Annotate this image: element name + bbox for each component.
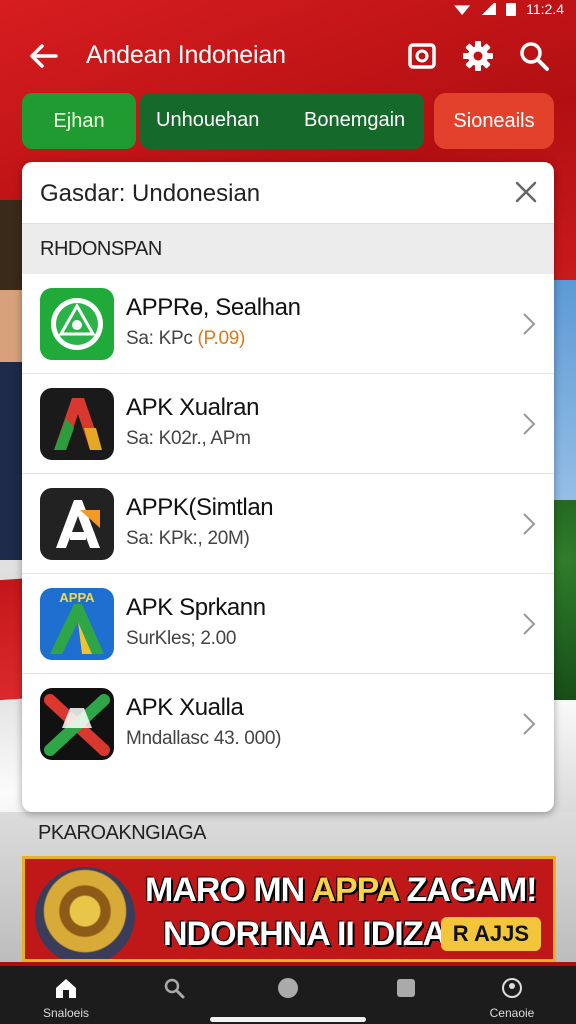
banner-headline-b: ZAGAM!	[398, 871, 538, 909]
chip-sioneails[interactable]: Sioneails	[434, 93, 554, 149]
home-indicator	[210, 1017, 366, 1022]
chevron-right-icon	[523, 313, 536, 335]
promo-banner[interactable]: MARO MN APPA ZAGAM! NDORHNA II IDIZAN R …	[22, 856, 556, 962]
clear-search-button[interactable]	[512, 178, 540, 206]
app-icon	[40, 288, 114, 360]
app-icon: APPA	[40, 588, 114, 660]
battery-icon	[506, 2, 517, 16]
list-item[interactable]: APPA APK Sprkann SurKles; 2.00	[22, 574, 554, 674]
chevron-right-icon	[523, 713, 536, 735]
gear-icon	[463, 41, 493, 71]
app-name: APK Sprkann	[126, 594, 266, 621]
circle-icon	[278, 978, 298, 998]
list-item[interactable]: APK Xualran Sa: K02r., APm	[22, 374, 554, 474]
app-details: Sa: KPc (P.09)	[126, 328, 245, 350]
arrow-left-icon	[30, 44, 58, 68]
app-details: Sa: KPk:, 20M)	[126, 528, 250, 549]
banner-badge[interactable]: R AJJS	[440, 917, 541, 951]
lower-section-title: PKAROAKNGIAGA	[38, 822, 207, 844]
nav-home[interactable]: Snaloeis	[26, 966, 106, 1024]
tree-strip	[552, 500, 576, 700]
green-triangle-logo-icon	[40, 288, 114, 360]
letter-a-logo-icon	[40, 388, 114, 460]
search-bar	[22, 162, 554, 224]
search-icon	[164, 978, 185, 999]
page-title: Andean Indoneian	[86, 41, 286, 69]
crossed-x-logo-icon	[40, 688, 114, 760]
banner-subheadline: NDORHNA II IDIZAN	[163, 915, 471, 953]
app-name: APPK(Simtlan	[126, 494, 274, 521]
search-input[interactable]	[40, 179, 480, 209]
chip-ejhan[interactable]: Ejhan	[22, 93, 136, 149]
shield-hero-icon	[35, 867, 135, 959]
chevron-right-icon	[523, 513, 536, 535]
back-button[interactable]	[26, 40, 62, 72]
status-bar: 11:2.4	[0, 0, 576, 18]
nav-square[interactable]	[366, 966, 446, 1024]
list-item[interactable]: APPRɵ, Sealhan Sa: KPc (P.09)	[22, 274, 554, 374]
chevron-right-icon	[523, 613, 536, 635]
search-results-card: RHDONSPAN APPRɵ, Sealhan Sa: KPc (P.09)	[22, 162, 554, 812]
banner-headline: MARO MN APPA ZAGAM!	[145, 871, 538, 910]
nav-profile-label: Cenaoie	[489, 1006, 535, 1020]
list-item[interactable]: APPK(Simtlan Sa: KPk:, 20M)	[22, 474, 554, 574]
app-name: APK Xualran	[126, 394, 260, 421]
banner-headline-highlight: APPA	[311, 871, 399, 909]
app-name: APK Xualla	[126, 694, 244, 721]
nav-circle[interactable]	[248, 966, 328, 1024]
app-details: SurKles; 2.00	[126, 628, 237, 649]
results-list: APPRɵ, Sealhan Sa: KPc (P.09) APK Xualra…	[22, 274, 554, 774]
app-icon	[40, 388, 114, 460]
wifi-icon	[454, 5, 471, 15]
chevron-right-icon	[523, 413, 536, 435]
settings-button[interactable]	[460, 38, 496, 74]
appa-icon-text: APPA	[59, 590, 95, 605]
close-icon	[515, 181, 537, 203]
list-item[interactable]: APK Xualla Mndallasc 43. 000)	[22, 674, 554, 774]
app-details: Sa: K02r., APm	[126, 428, 251, 449]
filter-chips: Ejhan Unhouehan Bonemgain Sioneails	[22, 93, 554, 149]
app-bar: Andean Indoneian	[0, 28, 576, 84]
chip-bonemgain[interactable]: Bonemgain	[304, 109, 405, 132]
square-icon	[397, 979, 415, 997]
app-icon	[40, 488, 114, 560]
profile-icon	[502, 978, 522, 998]
chip-unhouehan[interactable]: Unhouehan	[156, 109, 259, 132]
cast-button[interactable]	[404, 38, 440, 74]
cast-icon	[408, 43, 436, 69]
banner-headline-a: MARO MN	[145, 871, 312, 909]
orange-a-logo-icon	[40, 488, 114, 560]
status-time: 11:2.4	[526, 1, 564, 17]
nav-home-label: Snaloeis	[42, 1006, 90, 1020]
app-details-text: Sa: KPc	[126, 328, 193, 349]
home-icon	[56, 979, 76, 998]
appa-logo-icon: APPA	[40, 588, 114, 660]
results-section-header: RHDONSPAN	[22, 224, 554, 274]
bottom-navigation: Snaloeis Cenaoie	[0, 966, 576, 1024]
nav-search[interactable]	[134, 966, 214, 1024]
search-icon	[520, 42, 549, 71]
app-name: APPRɵ, Sealhan	[126, 294, 301, 321]
search-button[interactable]	[516, 38, 552, 74]
app-details: Mndallasc 43. 000)	[126, 728, 282, 749]
app-icon	[40, 688, 114, 760]
nav-profile[interactable]: Cenaoie	[472, 966, 552, 1024]
app-details-highlight: (P.09)	[197, 328, 246, 349]
signal-icon	[480, 3, 497, 15]
chip-group: Unhouehan Bonemgain	[140, 93, 424, 149]
